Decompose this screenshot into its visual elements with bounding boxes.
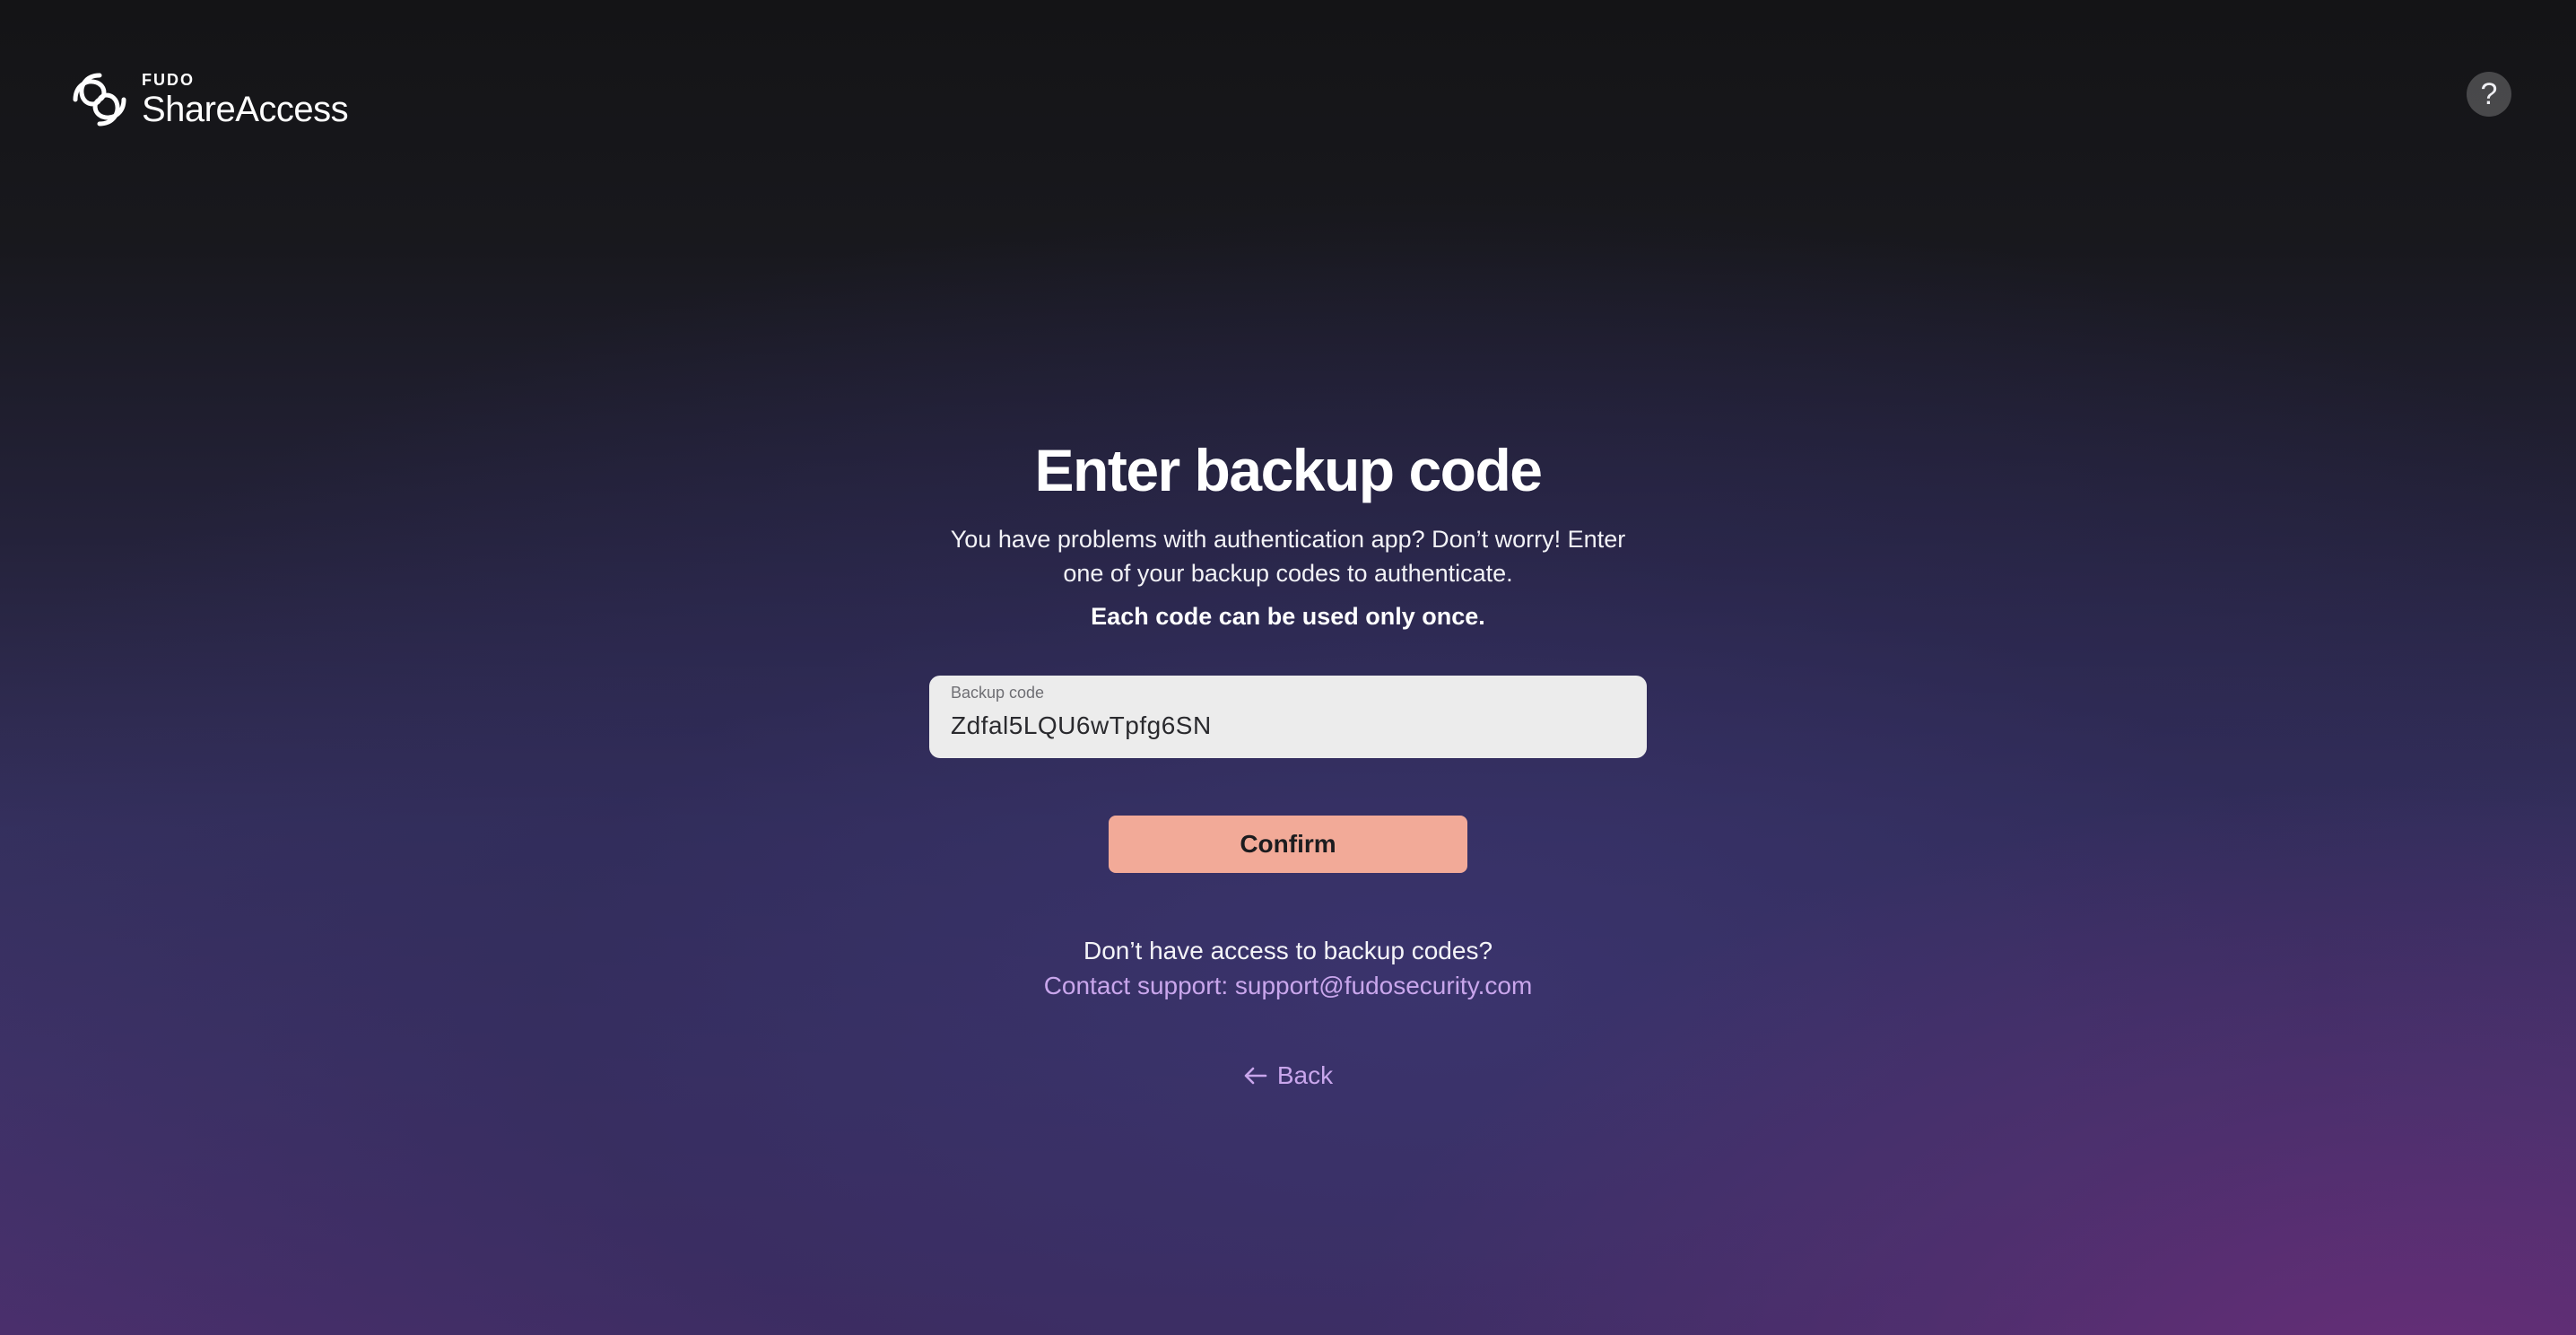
- description: You have problems with authentication ap…: [950, 526, 1626, 587]
- help-icon: ?: [2480, 76, 2498, 111]
- back-label: Back: [1276, 1061, 1334, 1089]
- single-use-note: Each code can be used only once.: [1091, 603, 1485, 630]
- backup-code-field[interactable]: Backup code: [929, 676, 1647, 758]
- support-question: Don’t have access to backup codes?: [1083, 937, 1493, 964]
- logo-text: FUDO ShareAccess: [142, 71, 349, 129]
- backup-code-label: Backup code: [951, 684, 1045, 702]
- backup-code-input[interactable]: [951, 711, 1625, 740]
- back-link[interactable]: Back: [1243, 1061, 1333, 1090]
- logo[interactable]: FUDO ShareAccess: [70, 70, 349, 129]
- logo-product: ShareAccess: [142, 90, 349, 129]
- help-button[interactable]: ?: [2467, 72, 2511, 117]
- contact-support-link[interactable]: Contact support: support@fudosecurity.co…: [1044, 968, 1533, 1004]
- backup-code-form: Enter backup code You have problems with…: [0, 431, 2576, 1090]
- arrow-left-icon: [1244, 1067, 1267, 1085]
- confirm-button[interactable]: Confirm: [1109, 816, 1467, 873]
- page-title: Enter backup code: [1034, 437, 1544, 503]
- fudo-logo-icon: [73, 73, 126, 127]
- logo-brand: FUDO: [142, 71, 195, 89]
